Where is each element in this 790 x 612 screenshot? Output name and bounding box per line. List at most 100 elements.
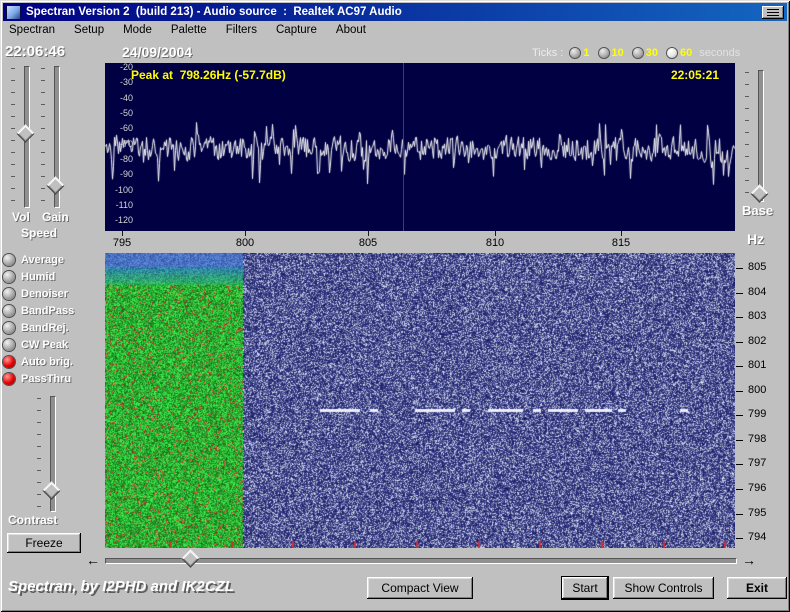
db-tick-label: -110 [108, 201, 133, 210]
wf-scale-tick [736, 293, 743, 294]
wf-scale-label: 805 [748, 261, 766, 273]
vol-slider-thumb[interactable] [16, 124, 34, 142]
ticks-option-1[interactable]: 1 [570, 47, 589, 59]
toggle-led-denoiser[interactable] [3, 288, 15, 300]
toggle-led-cw-peak[interactable] [3, 339, 15, 351]
db-tick-label: -90 [108, 170, 133, 179]
vol-slider[interactable] [10, 66, 36, 208]
menu-item-about[interactable]: About [333, 23, 369, 37]
ticks-radio-10[interactable] [599, 48, 609, 58]
horizontal-slider-track[interactable] [105, 558, 737, 564]
wf-scale-tick [736, 366, 743, 367]
menu-item-setup[interactable]: Setup [71, 23, 107, 37]
spectran-window: Spectran Version 2 (build 213) - Audio s… [0, 0, 790, 612]
wf-scale-label: 795 [748, 507, 766, 519]
ticks-option-60[interactable]: 60 [667, 47, 692, 59]
toggle-label: Humid [21, 271, 55, 283]
ticks-option-label: 10 [612, 47, 624, 59]
db-tick-label: -70 [108, 140, 133, 149]
speed-label: Speed [21, 226, 57, 240]
freq-tick-mark [621, 231, 622, 236]
toggle-average[interactable]: Average [3, 251, 103, 268]
start-button[interactable]: Start [562, 577, 608, 599]
ticks-radio-1[interactable] [570, 48, 580, 58]
menu-item-capture[interactable]: Capture [273, 23, 320, 37]
toggle-auto-brig[interactable]: Auto brig. [3, 353, 103, 370]
db-tick-label: -40 [108, 94, 133, 103]
ticks-group: 1 10 30 60 [570, 47, 692, 59]
menu-item-spectran[interactable]: Spectran [6, 23, 58, 37]
toggle-denoiser[interactable]: Denoiser [3, 285, 103, 302]
scroll-left-arrow-icon[interactable]: ← [84, 551, 102, 569]
gain-slider-thumb[interactable] [46, 176, 64, 194]
ticks-radio-60[interactable] [667, 48, 677, 58]
ticks-option-10[interactable]: 10 [599, 47, 624, 59]
toggle-label: CW Peak [21, 339, 68, 351]
ticks-radio-30[interactable] [633, 48, 643, 58]
toggle-label: BandRej. [21, 322, 69, 334]
toggle-label: Denoiser [21, 288, 68, 300]
menu-item-palette[interactable]: Palette [168, 23, 210, 37]
wf-scale-tick [736, 489, 743, 490]
exit-button[interactable]: Exit [727, 577, 787, 599]
toggle-led-bandpass[interactable] [3, 305, 15, 317]
compact-view-button[interactable]: Compact View [367, 577, 473, 599]
toggle-humid[interactable]: Humid [3, 268, 103, 285]
ticks-option-30[interactable]: 30 [633, 47, 658, 59]
contrast-slider-thumb[interactable] [42, 481, 60, 499]
menu-item-filters[interactable]: Filters [223, 23, 260, 37]
wf-scale-label: 798 [748, 433, 766, 445]
menu-item-mode[interactable]: Mode [120, 23, 155, 37]
contrast-slider[interactable] [36, 396, 62, 512]
wf-scale-tick [736, 268, 743, 269]
db-tick-label: -20 [108, 63, 133, 72]
waterfall-display[interactable] [105, 253, 735, 548]
toggle-led-auto-brig[interactable] [3, 356, 15, 368]
date: 24/09/2004 [122, 44, 192, 60]
wf-scale-tick [736, 342, 743, 343]
window-title: Spectran Version 2 (build 213) - Audio s… [26, 6, 762, 18]
freq-tick-label: 810 [486, 237, 504, 249]
gain-label: Gain [42, 210, 69, 224]
show-controls-button[interactable]: Show Controls [613, 577, 714, 599]
frequency-scale: 795800805810815 [105, 231, 735, 253]
waterfall-frequency-scale: 805804803802801800799798797796795794 [736, 0, 790, 612]
frequency-cursor [403, 63, 404, 231]
db-tick-label: -80 [108, 155, 133, 164]
peak-readout: Peak at 798.26Hz (-57.7dB) [131, 68, 286, 82]
filter-toggle-list: Average Humid Denoiser BandPass BandRej. CW P… [3, 251, 103, 387]
toggle-cw-peak[interactable]: CW Peak [3, 336, 103, 353]
freq-tick-label: 800 [236, 237, 254, 249]
clock: 22:06:46 [5, 43, 65, 60]
contrast-slider-ticks [37, 398, 41, 510]
waterfall-canvas[interactable] [105, 253, 735, 548]
freeze-button[interactable]: Freeze [7, 533, 81, 553]
app-icon[interactable] [6, 5, 21, 20]
wf-scale-label: 802 [748, 335, 766, 347]
freq-tick-label: 815 [612, 237, 630, 249]
db-tick-label: -50 [108, 109, 133, 118]
toggle-led-passthru[interactable] [3, 373, 15, 385]
toggle-led-bandrej[interactable] [3, 322, 15, 334]
toggle-led-humid[interactable] [3, 271, 15, 283]
vol-label: Vol [12, 210, 30, 224]
horizontal-slider-thumb[interactable] [181, 549, 199, 567]
scroll-right-arrow-icon[interactable]: → [740, 551, 758, 569]
wf-scale-label: 803 [748, 310, 766, 322]
ticks-group-row: Ticks : 1103060 seconds [532, 47, 740, 59]
toggle-led-average[interactable] [3, 254, 15, 266]
toggle-passthru[interactable]: PassThru [3, 370, 103, 387]
toggle-label: Auto brig. [21, 356, 73, 368]
freq-tick-mark [122, 231, 123, 236]
ticks-option-label: 1 [583, 47, 589, 59]
toggle-bandrej[interactable]: BandRej. [3, 319, 103, 336]
wf-scale-label: 801 [748, 359, 766, 371]
freq-tick-mark [495, 231, 496, 236]
spectrum-canvas[interactable] [105, 63, 735, 231]
ticks-option-label: 30 [646, 47, 658, 59]
title-bar[interactable]: Spectran Version 2 (build 213) - Audio s… [3, 3, 787, 21]
db-tick-label: -60 [108, 124, 133, 133]
spectrum-display[interactable]: Peak at 798.26Hz (-57.7dB) 22:05:21 -20-… [105, 63, 735, 231]
toggle-bandpass[interactable]: BandPass [3, 302, 103, 319]
gain-slider[interactable] [40, 66, 66, 208]
